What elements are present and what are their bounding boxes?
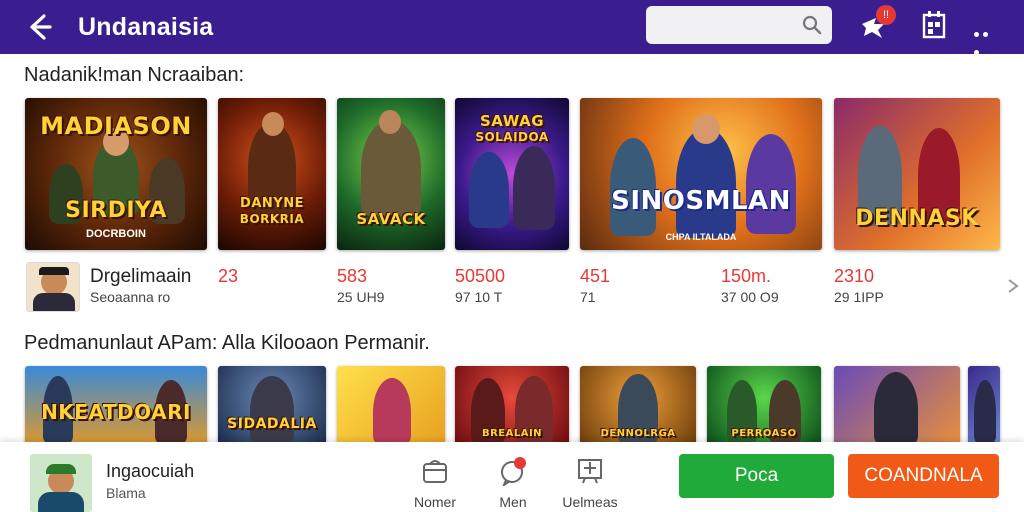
game-card[interactable]: [337, 366, 445, 446]
stat-subvalue: 25 UH9: [337, 289, 385, 305]
home-icon: [423, 460, 447, 483]
avatar[interactable]: [26, 262, 80, 312]
stat-subvalue: 97 10 T: [455, 289, 503, 305]
card-banner: PERROASO: [731, 428, 797, 439]
stat-value: 50500: [455, 266, 506, 286]
card-subtitle: CHPA ILTALADA: [665, 232, 737, 242]
game-card[interactable]: MADIASON SIRDIYA DOCRBOIN: [25, 98, 207, 250]
game-card[interactable]: DANYNE BORKRIA: [218, 98, 326, 250]
stat-subvalue: 37 00 O9: [721, 289, 779, 305]
chat-icon: [501, 457, 526, 486]
more-icon[interactable]: [974, 24, 1000, 55]
stat-value: 583: [337, 266, 368, 286]
nav-item-home[interactable]: Nomer: [400, 456, 470, 512]
section-title-featured: Nadanik!man Ncraaiban:: [24, 64, 245, 86]
user-name: Ingaocuiah: [106, 461, 195, 481]
back-arrow-icon[interactable]: [22, 10, 56, 44]
card-banner: DENNOLRGA: [600, 428, 676, 439]
card-banner: SAVACK: [356, 210, 426, 228]
game-card[interactable]: SIDADALIA: [218, 366, 326, 446]
stat-subvalue: 29 1IPP: [834, 289, 884, 305]
user-subtitle: Blama: [106, 485, 146, 501]
game-card[interactable]: [834, 366, 960, 446]
secondary-button[interactable]: COANDNALA: [848, 454, 999, 498]
card-banner: SIRDIYA: [65, 198, 167, 223]
stat-subvalue: 71: [580, 289, 596, 305]
nav-item-messages[interactable]: Men: [478, 456, 548, 512]
bottom-bar: Ingaocuiah Blama Nomer Men Uelmeas Poca …: [0, 442, 1024, 512]
calendar-icon[interactable]: [922, 11, 946, 39]
game-card[interactable]: NKEATDOARI: [25, 366, 207, 446]
stat-value: 451: [580, 266, 611, 286]
card-subtitle: DOCRBOIN: [86, 228, 146, 240]
card-banner: SIDADALIA: [227, 416, 317, 432]
card-banner: NKEATDOARI: [41, 400, 191, 424]
stat-value: 23: [218, 266, 239, 286]
card-banner: BORKRIA: [239, 212, 305, 226]
nav-item-store[interactable]: Uelmeas: [555, 456, 625, 512]
avatar[interactable]: [30, 454, 92, 512]
top-bar: Undanaisia !!: [0, 0, 1024, 55]
card-banner: SINOSMLAN: [611, 186, 791, 216]
stat-value: 2310: [834, 266, 875, 286]
search-input[interactable]: [646, 6, 832, 44]
card-banner: DENNASK: [855, 206, 979, 231]
game-card[interactable]: BREALAIN: [455, 366, 569, 446]
primary-button[interactable]: Poca: [679, 454, 834, 498]
nav-label: Nomer: [413, 494, 456, 510]
card-banner: SAWAG: [479, 112, 545, 130]
section-title-popular: Pedmanunlaut APam: Alla Kilooaon Permani…: [24, 332, 430, 354]
hero-subtitle: Seoaanna ro: [90, 289, 171, 305]
stats-row: Drgelimaain Seoaanna ro 23 583 25 UH9 50…: [0, 258, 1024, 318]
game-card[interactable]: DENNOLRGA: [580, 366, 696, 446]
card-banner: BREALAIN: [481, 428, 543, 439]
notification-badge: !!: [876, 5, 896, 25]
store-icon: [578, 459, 602, 484]
card-banner: SOLAIDOA: [475, 130, 549, 144]
search-icon[interactable]: [802, 15, 822, 35]
game-card[interactable]: DENNASK: [834, 98, 1000, 250]
stat-value: 150m.: [721, 266, 772, 286]
app-title: Undanaisia: [78, 13, 214, 41]
game-card[interactable]: SAVACK: [337, 98, 445, 250]
game-card[interactable]: SINOSMLAN CHPA ILTALADA: [580, 98, 822, 250]
card-banner: DANYNE: [240, 196, 304, 211]
game-card[interactable]: SAWAG SOLAIDOA: [455, 98, 569, 250]
nav-label: Men: [499, 494, 527, 510]
hero-name: Drgelimaain: [90, 266, 192, 287]
game-card[interactable]: PERROASO: [707, 366, 821, 446]
nav-label: Uelmeas: [562, 494, 618, 510]
game-card[interactable]: [968, 366, 1000, 446]
chevron-right-icon[interactable]: [1006, 278, 1020, 294]
card-banner: MADIASON: [40, 112, 192, 140]
